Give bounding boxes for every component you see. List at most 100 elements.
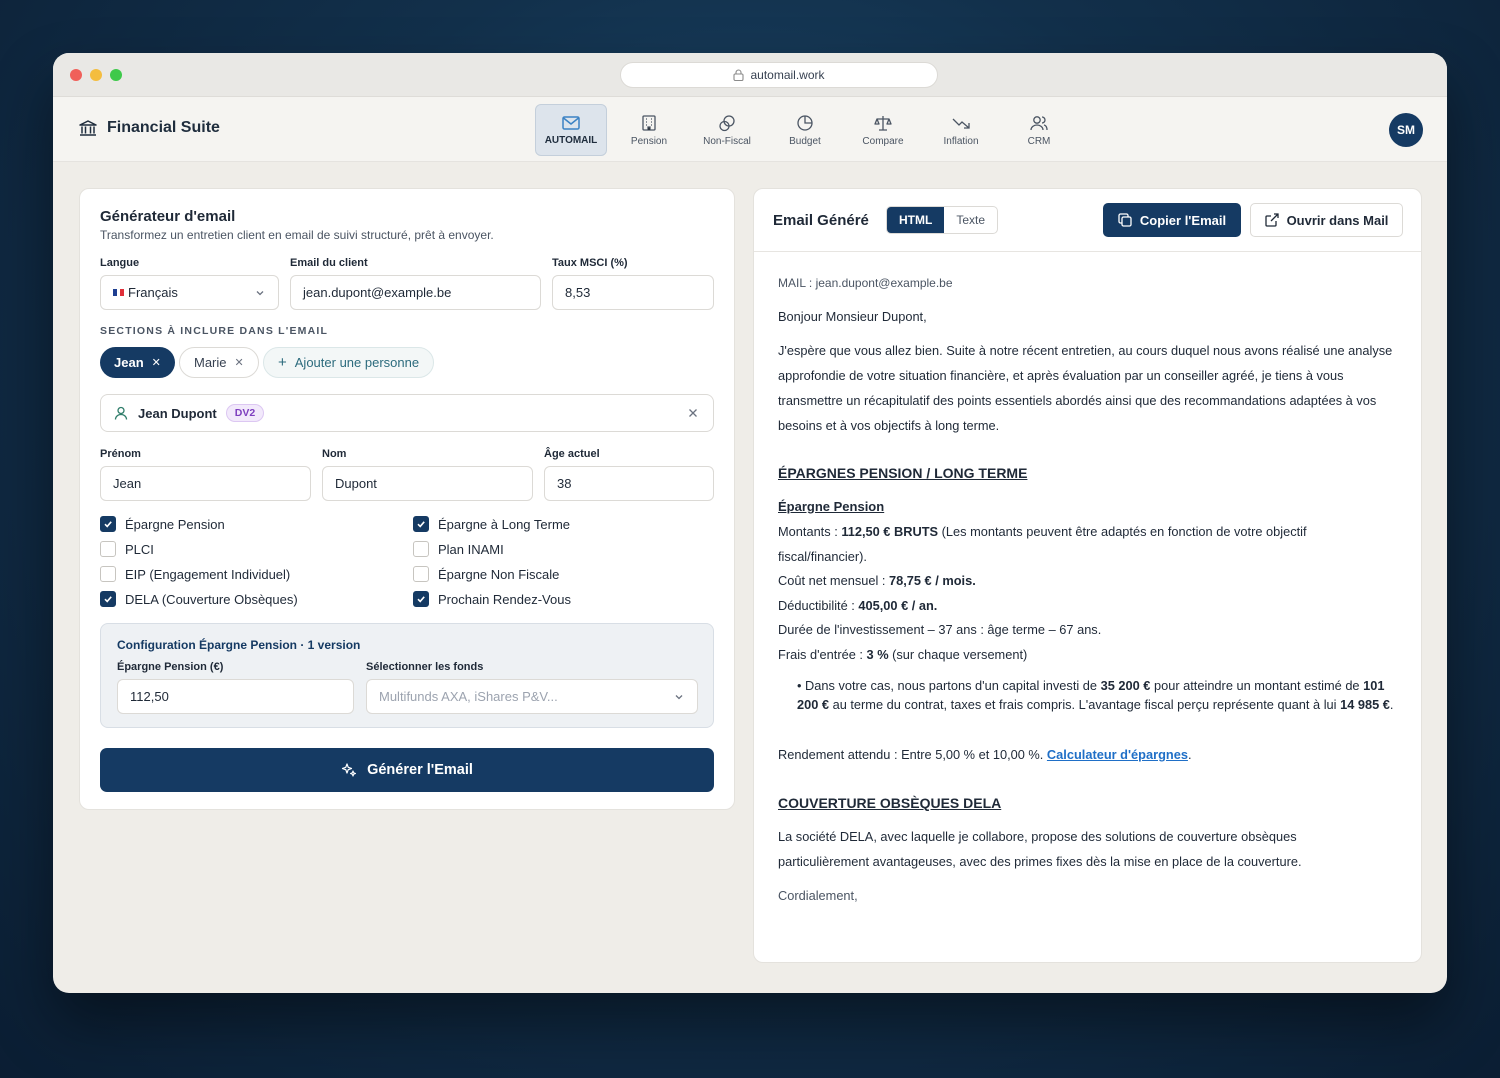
calculateur-link[interactable]: Calculateur d'épargnes bbox=[1047, 747, 1188, 762]
person-chip-marie[interactable]: Marie ✕ bbox=[179, 347, 259, 378]
email-value: jean.dupont@example.be bbox=[303, 285, 452, 300]
lock-icon bbox=[733, 69, 745, 81]
prenom-value: Jean bbox=[113, 476, 142, 491]
result-title: Email Généré bbox=[773, 212, 869, 229]
langue-label: Langue bbox=[100, 257, 140, 269]
open-in-mail-button[interactable]: Ouvrir dans Mail bbox=[1250, 203, 1403, 237]
checkbox[interactable] bbox=[413, 516, 429, 532]
person-name: Jean Dupont bbox=[138, 405, 217, 421]
copy-label: Copier l'Email bbox=[1139, 212, 1227, 228]
tab-compare[interactable]: Compare bbox=[847, 104, 919, 156]
section-dela-title: COUVERTURE OBSÈQUES DELA bbox=[778, 795, 1002, 811]
tab-budget[interactable]: Budget bbox=[769, 104, 841, 156]
main-nav: AUTOMAIL Pension Non-Fiscal Budget Compa… bbox=[535, 104, 1075, 156]
app-header: Financial Suite AUTOMAIL Pension Non-Fis… bbox=[53, 97, 1447, 162]
remove-icon[interactable]: ✕ bbox=[235, 356, 244, 369]
maximize-window-button[interactable] bbox=[110, 69, 122, 81]
generate-email-button[interactable]: Générer l'Email bbox=[100, 748, 714, 792]
tab-inflation[interactable]: Inflation bbox=[925, 104, 997, 156]
sparkles-icon bbox=[341, 763, 357, 777]
greeting: Bonjour Monsieur Dupont, bbox=[778, 309, 927, 324]
checkbox-prochain-rdv[interactable]: Prochain Rendez-Vous bbox=[413, 591, 571, 607]
checkbox-dela[interactable]: DELA (Couverture Obsèques) bbox=[100, 591, 298, 607]
checkbox-plan-inami[interactable]: Plan INAMI bbox=[413, 541, 504, 557]
tab-non-fiscal[interactable]: Non-Fiscal bbox=[691, 104, 763, 156]
checkbox[interactable] bbox=[413, 566, 429, 582]
langue-select[interactable]: Français bbox=[100, 275, 279, 310]
brand[interactable]: Financial Suite bbox=[79, 119, 220, 137]
tab-pension[interactable]: Pension bbox=[613, 104, 685, 156]
tab-label: Budget bbox=[789, 135, 821, 147]
closing: Cordialement, bbox=[778, 888, 858, 903]
checkbox-epargne-long-terme[interactable]: Épargne à Long Terme bbox=[413, 516, 570, 532]
msci-label: Taux MSCI (%) bbox=[552, 257, 628, 269]
tab-label: AUTOMAIL bbox=[544, 134, 598, 146]
age-label: Âge actuel bbox=[544, 448, 600, 460]
trending-down-icon bbox=[952, 118, 970, 129]
checkbox-label: DELA (Couverture Obsèques) bbox=[125, 591, 298, 607]
cout-line: Coût net mensuel : 78,75 € / mois. bbox=[778, 573, 976, 588]
check-icon bbox=[104, 596, 112, 603]
checkbox[interactable] bbox=[100, 541, 116, 557]
close-window-button[interactable] bbox=[70, 69, 82, 81]
email-label: Email du client bbox=[290, 257, 368, 269]
nom-field[interactable]: Dupont bbox=[322, 466, 533, 501]
nom-label: Nom bbox=[322, 448, 347, 460]
rendement-line: Rendement attendu : Entre 5,00 % et 10,0… bbox=[778, 747, 1192, 762]
tab-label: CRM bbox=[1027, 135, 1051, 147]
copy-email-button[interactable]: Copier l'Email bbox=[1103, 203, 1241, 237]
checkbox-plci[interactable]: PLCI bbox=[100, 541, 154, 557]
tab-crm[interactable]: CRM bbox=[1003, 104, 1075, 156]
checkbox[interactable] bbox=[100, 516, 116, 532]
person-card-header[interactable]: Jean Dupont DV2 bbox=[100, 394, 714, 432]
tab-text[interactable]: Texte bbox=[944, 207, 997, 233]
tab-automail[interactable]: AUTOMAIL bbox=[535, 104, 607, 156]
pension-config-panel: Configuration Épargne Pension · 1 versio… bbox=[100, 623, 714, 728]
checkbox-epargne-pension[interactable]: Épargne Pension bbox=[100, 516, 225, 532]
copy-icon bbox=[1118, 213, 1132, 227]
mail-line: MAIL : jean.dupont@example.be bbox=[778, 276, 953, 290]
add-person-button[interactable]: + Ajouter une personne bbox=[263, 347, 435, 378]
tab-label: Inflation bbox=[943, 135, 979, 147]
result-header: Email Généré HTML Texte Copier l'Email O… bbox=[754, 189, 1421, 252]
checkbox[interactable] bbox=[413, 541, 429, 557]
email-field[interactable]: jean.dupont@example.be bbox=[290, 275, 541, 310]
chevron-down-icon bbox=[675, 695, 683, 700]
prenom-label: Prénom bbox=[100, 448, 141, 460]
tab-label: Non-Fiscal bbox=[703, 135, 751, 147]
prenom-field[interactable]: Jean bbox=[100, 466, 311, 501]
person-chip-jean[interactable]: Jean ✕ bbox=[100, 347, 175, 378]
dela-paragraph: La société DELA, avec laquelle je collab… bbox=[778, 829, 1302, 869]
subsection-epargne-pension: Épargne Pension bbox=[778, 499, 885, 514]
url-text: automail.work bbox=[750, 68, 825, 82]
check-icon bbox=[104, 521, 112, 528]
amount-field[interactable]: 112,50 bbox=[117, 679, 354, 714]
msci-field[interactable]: 8,53 bbox=[552, 275, 714, 310]
funds-placeholder: Multifunds AXA, iShares P&V... bbox=[379, 689, 558, 704]
montants-line: Montants : 112,50 € BRUTS (Les montants … bbox=[778, 524, 1307, 564]
langue-value: Français bbox=[128, 285, 178, 300]
checkbox[interactable] bbox=[100, 591, 116, 607]
checkbox[interactable] bbox=[413, 591, 429, 607]
french-flag-icon bbox=[113, 289, 125, 296]
browser-window: automail.work Financial Suite AUTOMAIL P… bbox=[53, 53, 1447, 993]
checkbox[interactable] bbox=[100, 566, 116, 582]
minimize-window-button[interactable] bbox=[90, 69, 102, 81]
user-avatar[interactable]: SM bbox=[1389, 113, 1423, 147]
checkbox-epargne-non-fiscale[interactable]: Épargne Non Fiscale bbox=[413, 566, 559, 582]
checkbox-label: EIP (Engagement Individuel) bbox=[125, 566, 291, 582]
checkbox-eip[interactable]: EIP (Engagement Individuel) bbox=[100, 566, 290, 582]
funds-select[interactable]: Multifunds AXA, iShares P&V... bbox=[366, 679, 698, 714]
msci-value: 8,53 bbox=[565, 285, 591, 300]
close-icon[interactable] bbox=[687, 407, 699, 419]
age-field[interactable]: 38 bbox=[544, 466, 714, 501]
email-generator-card: Générateur d'email Transformez un entret… bbox=[79, 188, 735, 810]
bank-icon bbox=[79, 120, 97, 136]
check-icon bbox=[417, 596, 425, 603]
version-badge: DV2 bbox=[225, 404, 265, 422]
remove-icon[interactable]: ✕ bbox=[152, 356, 161, 369]
frais-line: Frais d'entrée : 3 % (sur chaque verseme… bbox=[778, 647, 1028, 662]
tab-label: Pension bbox=[630, 135, 668, 147]
address-bar[interactable]: automail.work bbox=[620, 62, 938, 88]
tab-html[interactable]: HTML bbox=[887, 207, 945, 233]
